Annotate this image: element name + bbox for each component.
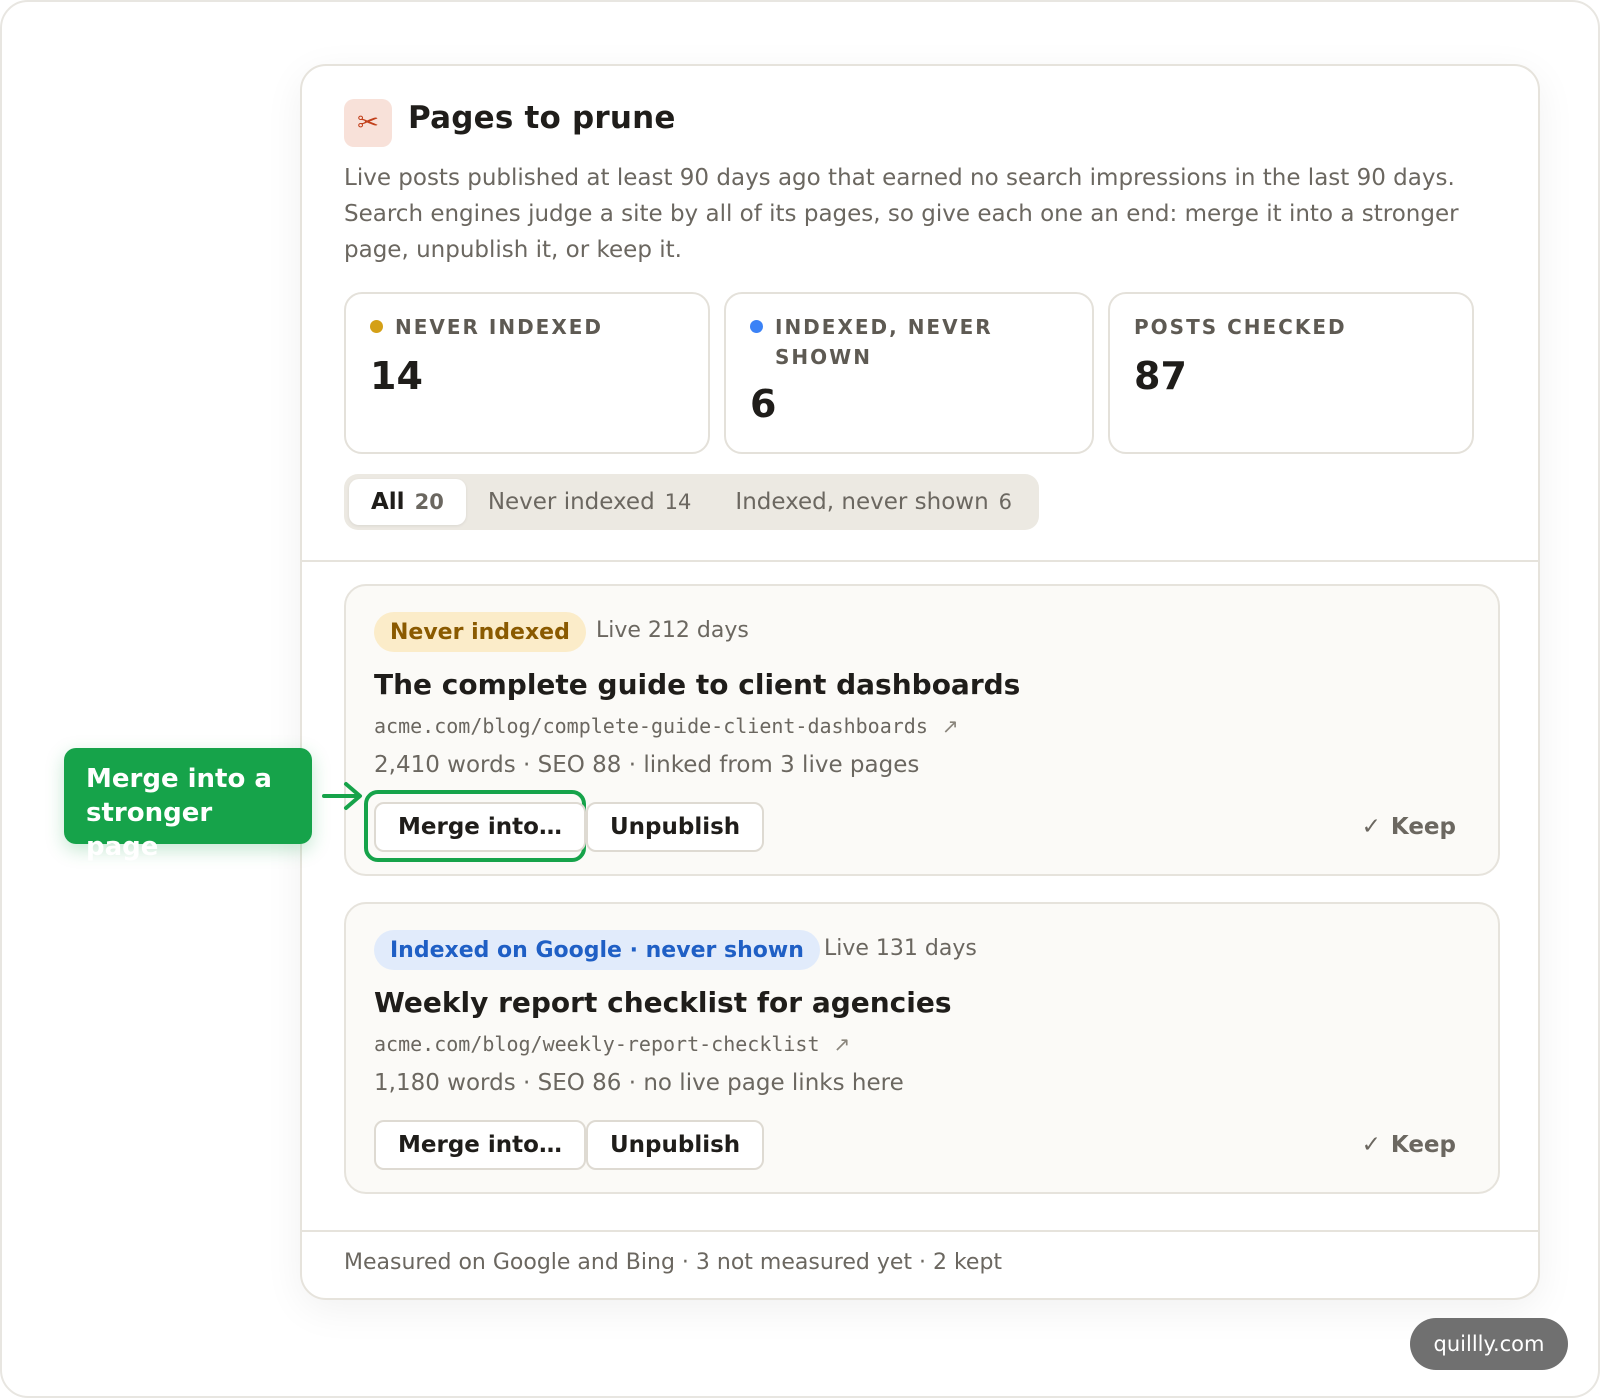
footer-summary: Measured on Google and Bing · 3 not meas… xyxy=(344,1250,1003,1275)
arrow-right-icon xyxy=(322,782,362,810)
post-card: Indexed on Google · never shown Live 131… xyxy=(344,902,1500,1194)
unpublish-button[interactable]: Unpublish xyxy=(586,1120,765,1170)
scissors-icon: ✂ xyxy=(344,99,392,147)
tab-indexed-never-shown[interactable]: Indexed, never shown 6 xyxy=(713,479,1034,525)
post-url[interactable]: acme.com/blog/weekly-report-checklist ↗ xyxy=(374,1032,850,1056)
stat-never-indexed: Never indexed 14 xyxy=(344,292,710,454)
tab-all[interactable]: All 20 xyxy=(349,479,466,525)
stat-label: Posts checked xyxy=(1134,315,1347,339)
merge-into-button[interactable]: Merge into… xyxy=(374,802,586,852)
post-meta: 1,180 words · SEO 86 · no live page link… xyxy=(374,1070,904,1096)
merge-into-button[interactable]: Merge into… xyxy=(374,1120,586,1170)
annotation-callout: Merge into a stronger page xyxy=(64,748,312,862)
post-url[interactable]: acme.com/blog/complete-guide-client-dash… xyxy=(374,714,959,738)
check-icon: ✓ xyxy=(1361,814,1381,840)
post-title: The complete guide to client dashboards xyxy=(374,668,1021,701)
divider xyxy=(302,560,1538,562)
prune-panel: ✂ Pages to prune Live posts published at… xyxy=(300,64,1540,1300)
amber-dot-icon xyxy=(370,320,383,333)
watermark-badge: quillly.com xyxy=(1410,1318,1568,1370)
page-description: Live posts published at least 90 days ag… xyxy=(344,165,1459,263)
post-title: Weekly report checklist for agencies xyxy=(374,986,952,1019)
status-badge: Indexed on Google · never shown xyxy=(374,930,820,970)
page-title: Pages to prune xyxy=(408,100,676,136)
tab-never-indexed[interactable]: Never indexed 14 xyxy=(466,479,714,525)
stat-indexed-never-shown: Indexed, never shown 6 xyxy=(724,292,1094,454)
panel-header: ✂ Pages to prune Live posts published at… xyxy=(302,66,1538,560)
stat-value: 14 xyxy=(370,354,423,398)
external-link-icon[interactable]: ↗ xyxy=(942,714,959,738)
check-icon: ✓ xyxy=(1361,1132,1381,1158)
stat-value: 6 xyxy=(750,382,777,426)
filter-tabs: All 20 Never indexed 14 Indexed, never sho… xyxy=(344,474,1040,530)
screenshot-frame: ✂ Pages to prune Live posts published at… xyxy=(0,0,1600,1398)
keep-button[interactable]: ✓ Keep xyxy=(1362,802,1456,852)
live-duration: Live 212 days xyxy=(596,618,749,643)
post-card: Never indexed Live 212 days The complete… xyxy=(344,584,1500,876)
external-link-icon[interactable]: ↗ xyxy=(834,1032,851,1056)
unpublish-button[interactable]: Unpublish xyxy=(586,802,765,852)
footer-divider xyxy=(302,1230,1538,1232)
stat-value: 87 xyxy=(1134,354,1187,398)
status-badge: Never indexed xyxy=(374,612,586,652)
stat-label: Indexed, never shown xyxy=(750,312,1050,372)
blue-dot-icon xyxy=(750,320,763,333)
live-duration: Live 131 days xyxy=(824,936,977,961)
stat-posts-checked: Posts checked 87 xyxy=(1108,292,1474,454)
post-meta: 2,410 words · SEO 88 · linked from 3 liv… xyxy=(374,752,920,778)
keep-button[interactable]: ✓ Keep xyxy=(1362,1120,1456,1170)
stat-label: Never indexed xyxy=(370,312,680,342)
